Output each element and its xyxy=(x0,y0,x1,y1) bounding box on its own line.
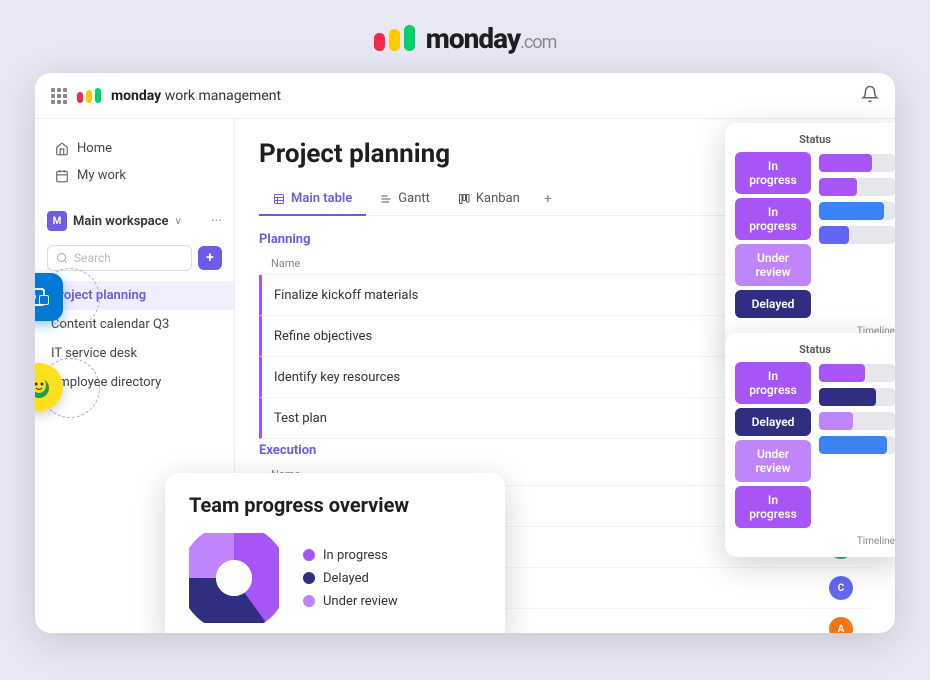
avatar: A xyxy=(829,617,853,633)
search-row: Search + xyxy=(35,245,234,271)
legend-item-delayed: Delayed xyxy=(303,571,398,586)
grid-icon[interactable] xyxy=(51,88,67,104)
app-window: O Status In progress In progress Under r… xyxy=(35,73,895,633)
home-icon xyxy=(55,142,69,156)
sidebar-item-mywork[interactable]: My work xyxy=(47,162,222,189)
pie-chart xyxy=(189,533,279,623)
tab-main-table[interactable]: Main table xyxy=(259,183,366,216)
table-icon xyxy=(273,193,285,205)
tab-gantt[interactable]: Gantt xyxy=(366,183,444,216)
workspace-name: Main workspace xyxy=(73,214,168,229)
mailchimp-icon xyxy=(35,372,54,402)
status-card-bottom-title: Status xyxy=(735,343,895,356)
gantt-icon xyxy=(380,193,392,205)
status-item-delayed-2: Delayed xyxy=(735,408,811,436)
add-tab-button[interactable]: + xyxy=(534,183,562,215)
top-header: monday.com xyxy=(0,0,930,73)
legend-dot-delayed xyxy=(303,572,315,584)
legend-item-under-review: Under review xyxy=(303,594,398,609)
legend-item-in-progress: In progress xyxy=(303,548,398,563)
workspace-chevron-icon: ∨ xyxy=(174,216,181,227)
status-item-in-progress-4: In progress xyxy=(735,486,811,528)
progress-overview-card: Team progress overview In progress xyxy=(165,473,505,633)
status-item-in-progress-1: In progress xyxy=(735,152,811,194)
status-card-top: Status In progress In progress Under rev… xyxy=(725,123,895,347)
workspace-badge: M xyxy=(47,211,67,231)
sidebar-nav: Home My work xyxy=(35,135,234,189)
mini-logo-icon xyxy=(77,88,101,104)
outlook-icon: O xyxy=(35,283,53,311)
legend-dot-under-review xyxy=(303,595,315,607)
bell-icon[interactable] xyxy=(861,85,879,107)
legend-dot-in-progress xyxy=(303,549,315,561)
sidebar-item-home[interactable]: Home xyxy=(47,135,222,162)
status-item-delayed-1: Delayed xyxy=(735,290,811,318)
monday-logo: monday.com xyxy=(374,22,557,55)
status-card-top-title: Status xyxy=(735,133,895,146)
avatar: C xyxy=(829,576,853,600)
chart-legend: In progress Delayed Under review xyxy=(303,548,398,609)
search-icon xyxy=(56,252,68,264)
app-topbar-title: monday work management xyxy=(111,88,281,104)
status-card-bottom: Status In progress Delayed Under review … xyxy=(725,333,895,557)
outlook-integration-badge[interactable]: O xyxy=(35,273,63,321)
kanban-icon xyxy=(458,193,470,205)
logo-mark-icon xyxy=(374,25,416,53)
row-owner-budget: C xyxy=(811,576,871,600)
workspace-menu-dots[interactable]: ··· xyxy=(211,213,222,229)
app-logo-small xyxy=(77,88,101,104)
row-owner-comm: A xyxy=(811,617,871,633)
progress-card-title: Team progress overview xyxy=(189,493,481,517)
tab-kanban[interactable]: Kanban xyxy=(444,183,534,216)
svg-text:O: O xyxy=(35,293,36,303)
mywork-icon xyxy=(55,169,69,183)
workspace-row[interactable]: M Main workspace ∨ ··· xyxy=(35,205,234,237)
status-item-in-progress-2: In progress xyxy=(735,198,811,240)
search-placeholder: Search xyxy=(74,251,111,265)
timeline-label-bottom: Timeline xyxy=(735,536,895,547)
app-topbar: monday work management xyxy=(35,73,895,119)
add-item-button[interactable]: + xyxy=(198,246,222,270)
logo-text: monday.com xyxy=(426,22,557,55)
status-item-in-progress-3: In progress xyxy=(735,362,811,404)
status-item-under-review-2: Under review xyxy=(735,440,811,482)
progress-content: In progress Delayed Under review xyxy=(189,533,481,623)
status-item-under-review-1: Under review xyxy=(735,244,811,286)
